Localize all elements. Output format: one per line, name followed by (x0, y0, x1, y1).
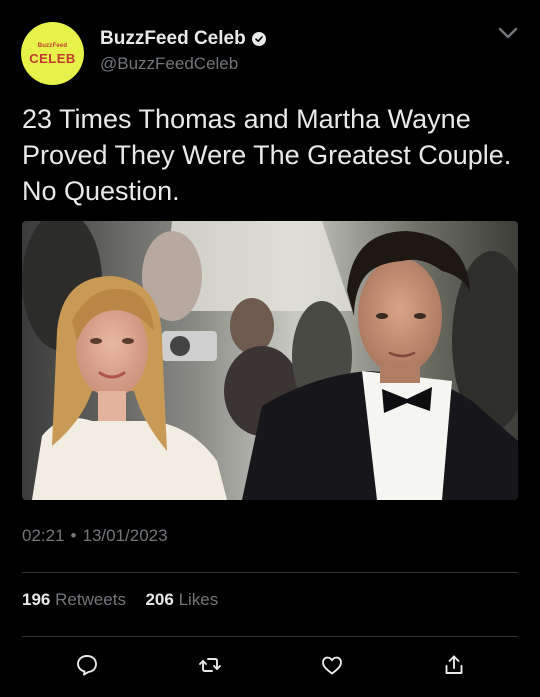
share-upload-icon (442, 653, 466, 682)
tweet-timestamp[interactable]: 02:21 • 13/01/2023 (22, 526, 168, 546)
tweet-stats: 196 Retweets 206 Likes (22, 590, 218, 610)
tweet-photo[interactable] (22, 221, 518, 500)
author-handle[interactable]: @BuzzFeedCeleb (100, 54, 238, 74)
reply-button[interactable] (73, 653, 101, 681)
divider-bottom (22, 636, 518, 637)
divider-top (22, 572, 518, 573)
likes-label: Likes (178, 590, 219, 609)
retweets-label: Retweets (55, 590, 126, 609)
author-display-name[interactable]: BuzzFeed Celeb (100, 28, 246, 50)
tweet-actions (0, 653, 540, 683)
chevron-down-icon[interactable] (497, 25, 519, 41)
author-name-row: BuzzFeed Celeb (100, 28, 266, 50)
share-button[interactable] (440, 653, 468, 681)
retweets-stat[interactable]: 196 Retweets (22, 590, 131, 609)
verified-badge-icon (251, 32, 266, 46)
retweet-button[interactable] (196, 653, 224, 681)
likes-count: 206 (145, 590, 174, 609)
tweet-card: BuzzFeed CELEB BuzzFeed Celeb @BuzzFeedC… (0, 0, 540, 697)
avatar[interactable]: BuzzFeed CELEB (21, 22, 84, 85)
tweet-text: 23 Times Thomas and Martha Wayne Proved … (22, 104, 512, 206)
retweet-arrows-icon (198, 653, 222, 682)
avatar-brand-top: BuzzFeed (37, 43, 68, 49)
heart-icon (320, 653, 344, 682)
retweets-count: 196 (22, 590, 51, 609)
speech-bubble-icon (75, 653, 99, 682)
meta-separator: • (70, 526, 77, 545)
tweet-time: 02:21 (22, 526, 65, 545)
like-button[interactable] (318, 653, 346, 681)
likes-stat[interactable]: 206 Likes (145, 590, 218, 609)
avatar-brand-main: CELEB (29, 51, 76, 66)
tweet-date: 13/01/2023 (82, 526, 168, 545)
